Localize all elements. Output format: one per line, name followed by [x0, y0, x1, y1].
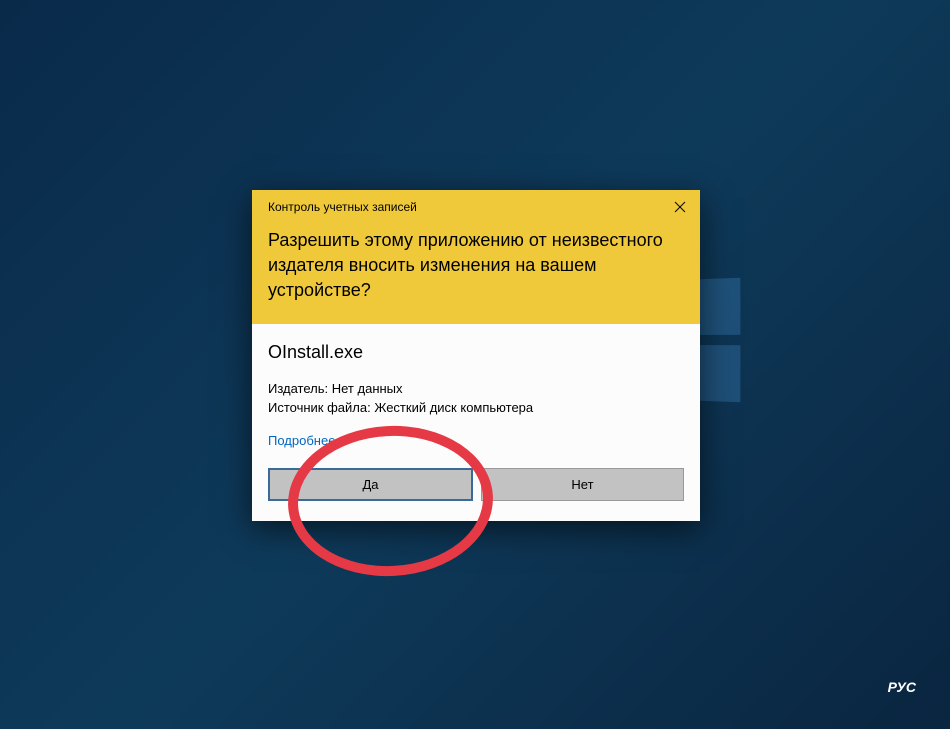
app-name: OInstall.exe — [268, 342, 684, 363]
uac-body: OInstall.exe Издатель: Нет данных Источн… — [252, 324, 700, 468]
uac-dialog: Контроль учетных записей Разрешить этому… — [252, 190, 700, 521]
uac-header: Контроль учетных записей Разрешить этому… — [252, 190, 700, 324]
details-link[interactable]: Подробнее — [268, 433, 684, 448]
yes-button[interactable]: Да — [268, 468, 473, 501]
uac-buttons: Да Нет — [252, 468, 700, 521]
source-line: Источник файла: Жесткий диск компьютера — [268, 400, 684, 415]
close-icon — [674, 200, 686, 216]
no-button[interactable]: Нет — [481, 468, 684, 501]
publisher-line: Издатель: Нет данных — [268, 381, 684, 396]
publisher-value: Нет данных — [332, 381, 403, 396]
language-indicator[interactable]: РУС — [888, 679, 916, 695]
uac-title-small: Контроль учетных записей — [268, 200, 684, 214]
source-value: Жесткий диск компьютера — [374, 400, 533, 415]
uac-question: Разрешить этому приложению от неизвестно… — [268, 228, 684, 304]
publisher-label: Издатель: — [268, 381, 328, 396]
close-button[interactable] — [668, 196, 692, 220]
source-label: Источник файла: — [268, 400, 371, 415]
